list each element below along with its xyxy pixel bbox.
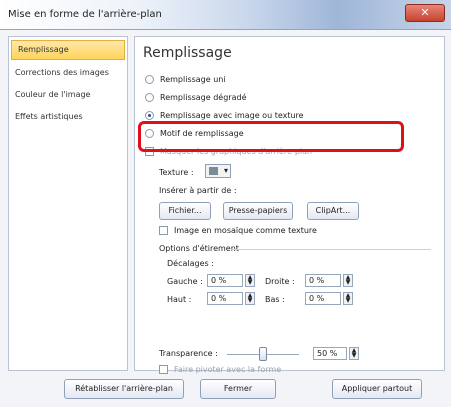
apply-to-all-button[interactable]: Appliquer partout [332, 379, 422, 399]
offset-bottom-label: Bas : [265, 295, 285, 304]
group-divider [231, 249, 431, 250]
checkbox-label: Image en mosaïque comme texture [174, 226, 317, 235]
offset-left-input[interactable]: 0 % [207, 274, 243, 287]
offset-right-input[interactable]: 0 % [305, 274, 341, 287]
transparency-label: Transparence : [159, 349, 218, 358]
sidebar-item-fill[interactable]: Remplissage [11, 40, 125, 60]
close-button[interactable]: Fermer [200, 379, 276, 399]
checkbox[interactable] [159, 226, 168, 235]
offset-top-input[interactable]: 0 % [207, 292, 243, 305]
insert-from-label: Insérer à partir de : [159, 186, 237, 195]
radio-picture-texture-fill[interactable]: Remplissage avec image ou texture [145, 111, 304, 120]
texture-swatch-icon [209, 167, 218, 175]
offset-right-spinner[interactable]: ▲ ▼ [343, 274, 353, 287]
radio-label: Remplissage dégradé [160, 93, 247, 102]
sidebar-item-picture-color[interactable]: Couleur de l'image [9, 84, 127, 106]
radio-gradient-fill[interactable]: Remplissage dégradé [145, 93, 247, 102]
file-button[interactable]: Fichier... [159, 202, 211, 220]
window-title: Mise en forme de l'arrière-plan [8, 9, 162, 20]
offset-top-spinner[interactable]: ▲ ▼ [245, 292, 255, 305]
checkbox-tile-texture[interactable]: Image en mosaïque comme texture [159, 226, 317, 235]
clipart-button[interactable]: ClipArt... [307, 202, 359, 220]
checkbox[interactable] [159, 365, 168, 374]
offset-bottom-input[interactable]: 0 % [305, 292, 341, 305]
offset-left-spinner[interactable]: ▲ ▼ [245, 274, 255, 287]
offset-right-label: Droite : [265, 277, 295, 286]
checkbox-rotate-with-shape[interactable]: Faire pivoter avec la forme [159, 365, 281, 374]
transparency-spinner[interactable]: ▲ ▼ [349, 347, 359, 360]
radio-label: Remplissage avec image ou texture [160, 111, 304, 120]
transparency-slider-thumb[interactable] [259, 347, 267, 361]
sidebar-item-picture-corrections[interactable]: Corrections des images [9, 62, 127, 84]
title-bar: Mise en forme de l'arrière-plan ✕ [0, 0, 451, 30]
offset-top-label: Haut : [167, 295, 192, 304]
highlight-box [138, 121, 404, 152]
sidebar-item-artistic-effects[interactable]: Effets artistiques [9, 106, 127, 128]
radio-button[interactable] [145, 75, 154, 84]
texture-label: Texture : [159, 168, 194, 177]
chevron-down-icon: ▾ [223, 166, 228, 175]
stretch-options-label: Options d'étirement [159, 244, 239, 253]
offset-left-label: Gauche : [167, 277, 203, 286]
texture-picker[interactable]: ▾ [205, 164, 231, 178]
close-icon[interactable]: ✕ [405, 4, 445, 22]
radio-solid-fill[interactable]: Remplissage uni [145, 75, 226, 84]
checkbox-label: Faire pivoter avec la forme [174, 365, 282, 374]
radio-button[interactable] [145, 111, 154, 120]
clipboard-button[interactable]: Presse-papiers [223, 202, 293, 220]
reset-background-button[interactable]: Rétablisser l'arrière-plan [64, 379, 184, 399]
sidebar: Remplissage Corrections des images Coule… [8, 36, 128, 371]
offsets-label: Décalages : [167, 259, 214, 268]
radio-label: Remplissage uni [160, 75, 226, 84]
transparency-input[interactable]: 50 % [313, 347, 347, 360]
offset-bottom-spinner[interactable]: ▲ ▼ [343, 292, 353, 305]
panel-heading: Remplissage [143, 45, 232, 61]
fill-panel: Remplissage Remplissage uni Remplissage … [134, 36, 445, 374]
radio-button[interactable] [145, 93, 154, 102]
